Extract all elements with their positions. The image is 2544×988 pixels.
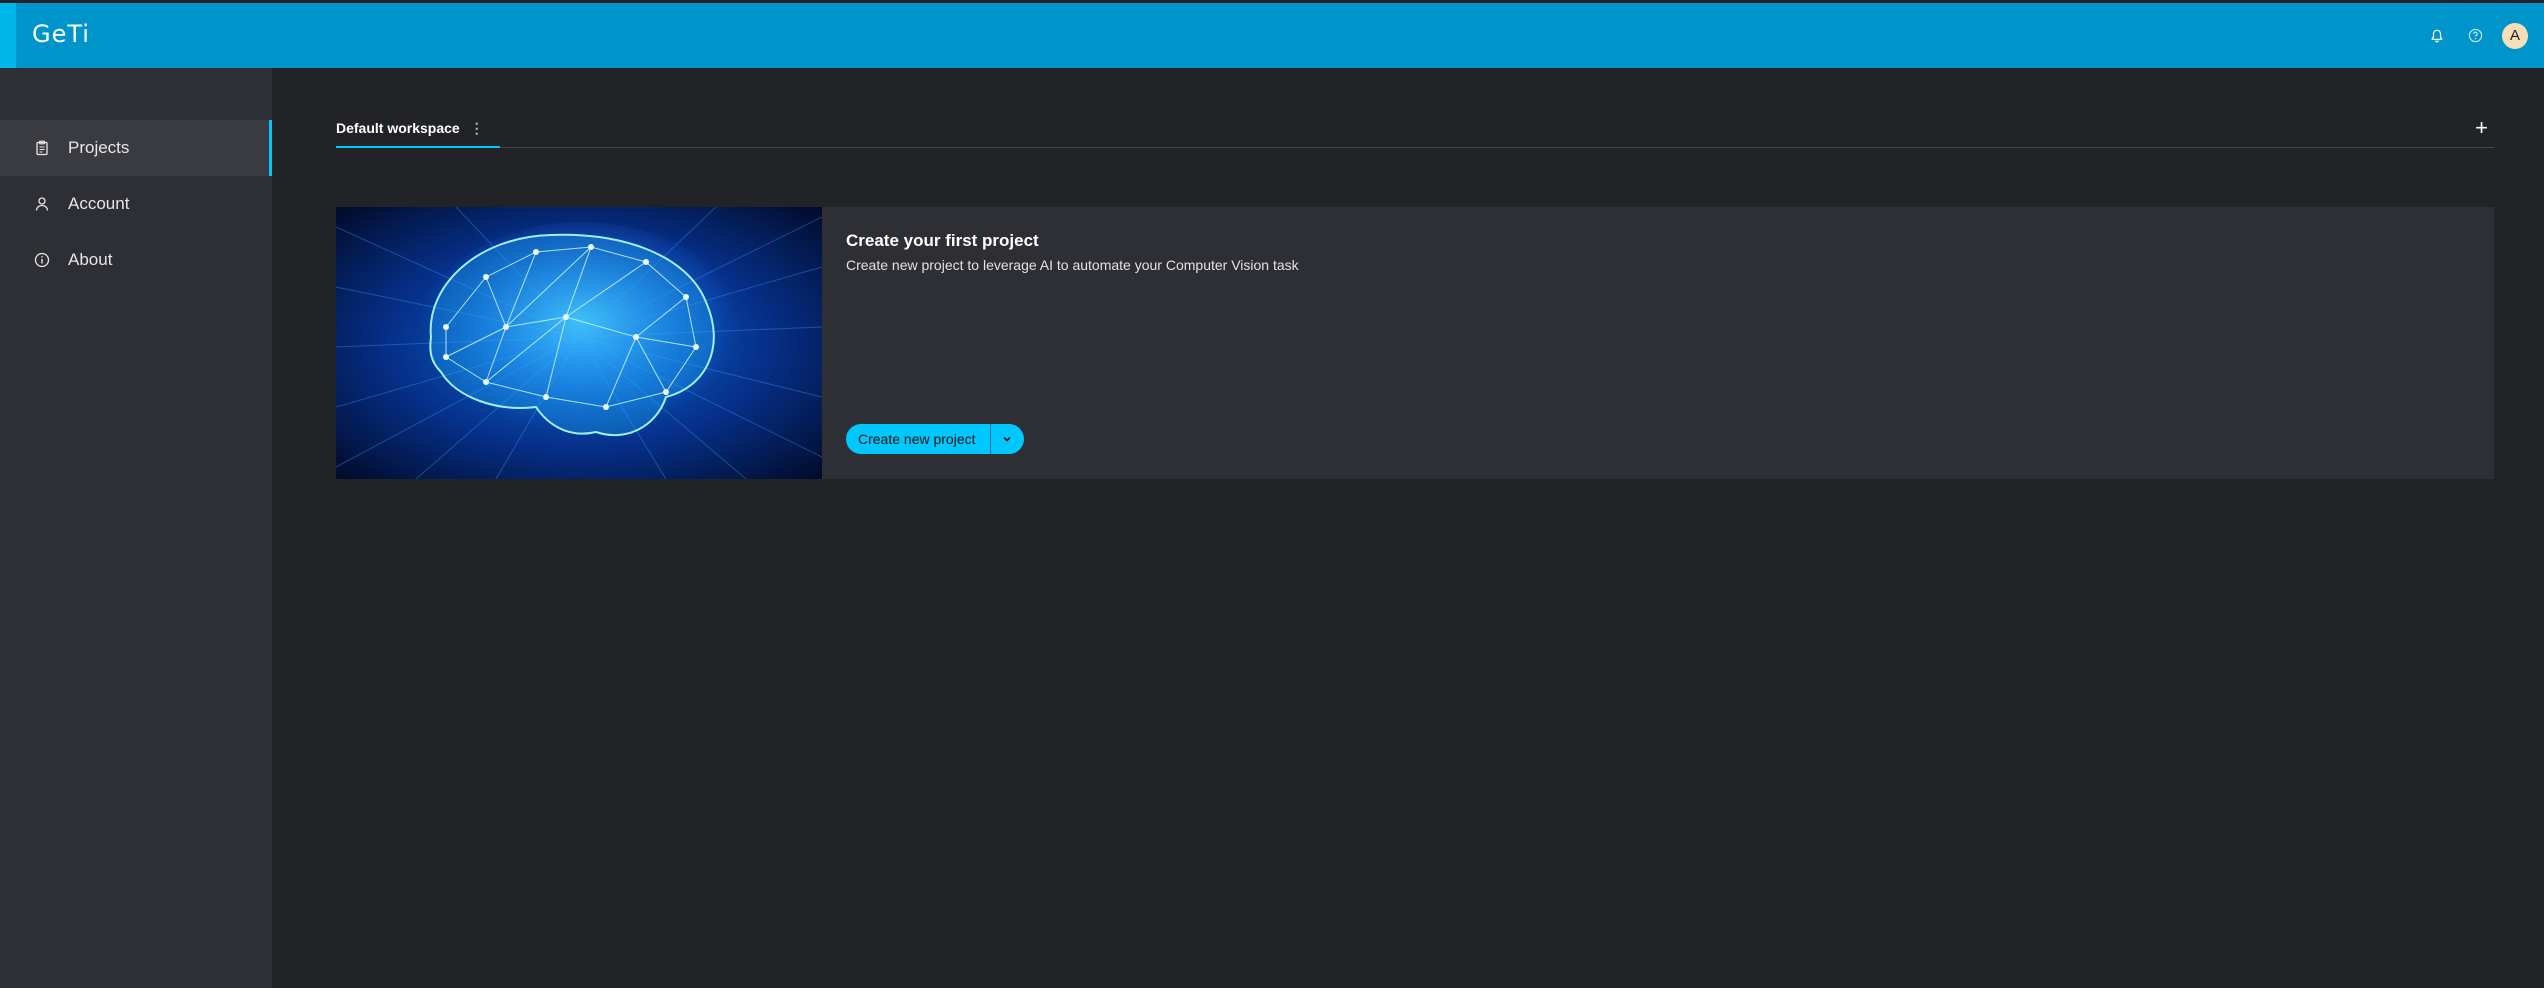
tab-default-workspace[interactable]: Default workspace ⋮ (336, 110, 500, 148)
sidebar-item-about[interactable]: About (0, 232, 272, 288)
chevron-down-icon (1003, 436, 1011, 442)
card-title: Create your first project (846, 231, 1039, 250)
tab-label: Default workspace (336, 120, 460, 136)
plus-icon[interactable]: + (2475, 117, 2488, 139)
app-logo[interactable]: GeTi (32, 20, 90, 48)
card-description: Create new project to leverage AI to aut… (846, 257, 1299, 273)
info-icon (34, 252, 50, 268)
more-vertical-icon[interactable]: ⋮ (470, 120, 484, 137)
bell-icon[interactable] (2418, 17, 2456, 55)
workspace-tabs: Default workspace ⋮ + (336, 110, 2494, 148)
avatar[interactable]: A (2502, 22, 2528, 49)
create-project-button-group: Create new project (846, 424, 1024, 454)
user-icon (35, 197, 49, 211)
brain-illustration (336, 207, 822, 479)
header-accent-strip (0, 3, 16, 68)
sidebar-item-label: Projects (68, 138, 130, 157)
sidebar-item-projects[interactable]: Projects (0, 120, 272, 176)
sidebar-nav: Projects Account About (0, 120, 272, 288)
sidebar-item-label: Account (68, 194, 130, 213)
sidebar-item-label: About (68, 250, 113, 269)
sidebar-item-account[interactable]: Account (0, 176, 272, 232)
help-icon[interactable] (2456, 17, 2494, 55)
sidebar: Projects Account About (0, 68, 272, 988)
create-project-dropdown-button[interactable] (989, 424, 1024, 454)
create-new-project-button[interactable]: Create new project (846, 424, 990, 454)
top-header (0, 3, 2544, 68)
create-project-card: Create your first project Create new pro… (336, 207, 2494, 479)
header-actions: A (2418, 3, 2544, 68)
clipboard-icon (36, 140, 48, 156)
main-content: Default workspace ⋮ + Create your first … (272, 68, 2544, 988)
